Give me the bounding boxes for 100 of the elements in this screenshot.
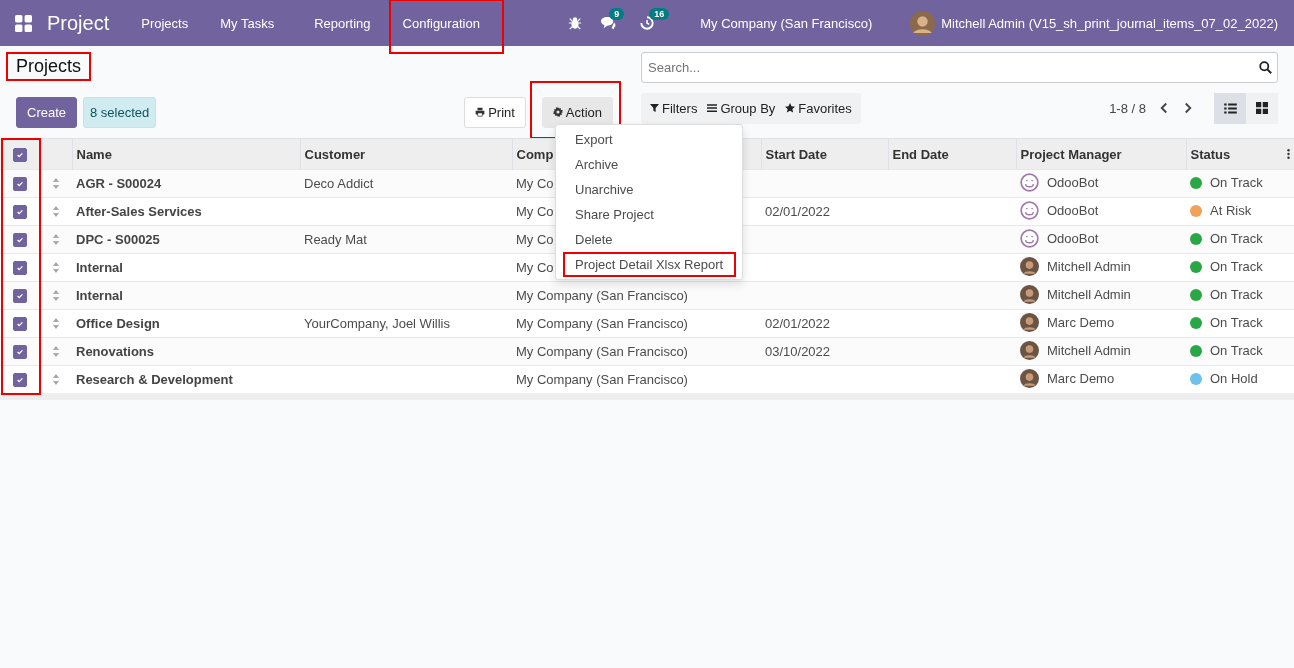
dropdown-item[interactable]: Delete: [563, 227, 736, 252]
table-cell: Internal: [76, 260, 123, 275]
chat-icon[interactable]: [600, 16, 617, 30]
column-header[interactable]: Name: [72, 138, 300, 170]
user-menu[interactable]: Mitchell Admin (V15_sh_print_journal_items_07_02_2022): [941, 15, 1278, 31]
app-name[interactable]: Project: [47, 11, 110, 35]
table-cell: My Company (San Francisco): [516, 344, 688, 359]
more-options-icon[interactable]: [1287, 148, 1290, 160]
avatar-icon: [1020, 368, 1039, 388]
row-checkbox[interactable]: [13, 177, 27, 192]
checkmark-icon: [16, 208, 24, 217]
print-button[interactable]: Print: [464, 96, 526, 128]
table-cell: Mitchell Admin: [1047, 258, 1131, 274]
search-field[interactable]: Search...: [641, 52, 1278, 83]
checkmark-icon: [16, 180, 24, 189]
table-cell: My Co: [516, 260, 554, 275]
previous-icon[interactable]: [1160, 102, 1168, 114]
drag-handle-icon[interactable]: [52, 262, 60, 273]
create-button[interactable]: Create: [16, 96, 78, 128]
row-checkbox[interactable]: [13, 205, 27, 220]
drag-handle-icon[interactable]: [52, 206, 60, 217]
drag-handle-icon[interactable]: [52, 234, 60, 245]
table-cell: Ready Mat: [304, 232, 367, 247]
table-cell: YourCompany, Joel Willis: [304, 316, 450, 331]
table-cell: OdooBot: [1047, 230, 1099, 246]
table-cell: Internal: [76, 288, 123, 303]
dropdown-item[interactable]: Archive: [563, 152, 736, 177]
filter-button[interactable]: Favorites: [780, 100, 857, 116]
table-cell: My Co: [516, 204, 554, 219]
select-all-checkbox[interactable]: [12, 147, 27, 162]
star-icon: [785, 103, 796, 113]
status-label: On Track: [1210, 175, 1263, 191]
status-dot[interactable]: [1190, 288, 1202, 301]
printer-icon: [475, 107, 486, 117]
dropdown-item[interactable]: Export: [563, 127, 736, 152]
list-lines-icon: [707, 103, 718, 113]
column-header[interactable]: End Date: [888, 138, 1016, 170]
table-cell: My Company (San Francisco): [516, 316, 688, 331]
row-checkbox[interactable]: [13, 317, 27, 332]
column-header[interactable]: Status: [1186, 138, 1294, 170]
row-checkbox[interactable]: [13, 233, 27, 248]
list-view-button[interactable]: [1214, 92, 1246, 124]
table-cell: AGR - S00024: [76, 176, 162, 191]
funnel-icon: [650, 103, 659, 113]
table-cell: My Co: [516, 176, 554, 191]
status-label: On Track: [1210, 231, 1263, 247]
dropdown-item[interactable]: Unarchive: [563, 177, 736, 202]
status-dot[interactable]: [1190, 316, 1202, 329]
column-header[interactable]: Customer: [300, 138, 512, 170]
table-cell: OdooBot: [1047, 174, 1099, 190]
column-header[interactable]: Project Manager: [1016, 138, 1186, 170]
status-label: On Track: [1210, 287, 1263, 303]
gear-icon: [552, 107, 563, 117]
dropdown-item[interactable]: Project Detail Xlsx Report: [563, 252, 736, 277]
filter-button[interactable]: Group By: [702, 100, 781, 116]
row-checkbox[interactable]: [13, 373, 27, 388]
avatar-icon[interactable]: [910, 10, 936, 36]
checkmark-icon: [16, 348, 24, 357]
avatar-icon: [1020, 284, 1039, 304]
row-checkbox[interactable]: [13, 345, 27, 360]
action-button[interactable]: Action: [541, 96, 613, 128]
search-icon[interactable]: [1259, 61, 1272, 74]
list-icon: [1223, 102, 1237, 114]
company-switcher[interactable]: My Company (San Francisco): [700, 15, 873, 31]
drag-handle-icon[interactable]: [52, 318, 60, 329]
status-dot[interactable]: [1190, 372, 1202, 385]
page-title: Projects: [6, 52, 92, 81]
drag-handle-icon[interactable]: [52, 346, 60, 357]
table-cell: After-Sales Services: [76, 204, 202, 219]
filter-button[interactable]: Filters: [645, 100, 703, 116]
kanban-view-button[interactable]: [1246, 92, 1278, 124]
status-dot[interactable]: [1190, 344, 1202, 357]
status-label: At Risk: [1210, 203, 1252, 219]
status-dot[interactable]: [1190, 260, 1202, 273]
clock-icon[interactable]: [640, 16, 655, 30]
dropdown-item[interactable]: Share Project: [563, 202, 736, 227]
avatar-icon: [1020, 312, 1039, 332]
drag-handle-icon[interactable]: [52, 374, 60, 385]
column-header[interactable]: Start Date: [761, 138, 888, 170]
status-label: On Hold: [1210, 371, 1258, 387]
row-checkbox[interactable]: [13, 261, 27, 276]
row-checkbox[interactable]: [13, 289, 27, 304]
apps-grid-icon[interactable]: [15, 14, 32, 32]
status-dot[interactable]: [1190, 232, 1202, 245]
bug-icon[interactable]: [568, 16, 583, 30]
menu-item[interactable]: Reporting: [298, 15, 387, 31]
table-cell: OdooBot: [1047, 202, 1099, 218]
menu-item[interactable]: My Tasks: [204, 15, 291, 31]
table-cell: My Co: [516, 232, 554, 247]
activity-count-badge: 16: [649, 8, 670, 20]
avatar-icon: [1020, 256, 1039, 276]
menu-item[interactable]: Projects: [125, 15, 205, 31]
next-icon[interactable]: [1184, 102, 1192, 114]
drag-handle-icon[interactable]: [52, 178, 60, 189]
menu-item[interactable]: Configuration: [386, 15, 496, 31]
drag-handle-icon[interactable]: [52, 290, 60, 301]
table-cell: Deco Addict: [304, 176, 374, 191]
status-dot[interactable]: [1190, 176, 1202, 189]
selection-count: 8 selected: [83, 96, 157, 128]
status-dot[interactable]: [1190, 204, 1202, 217]
